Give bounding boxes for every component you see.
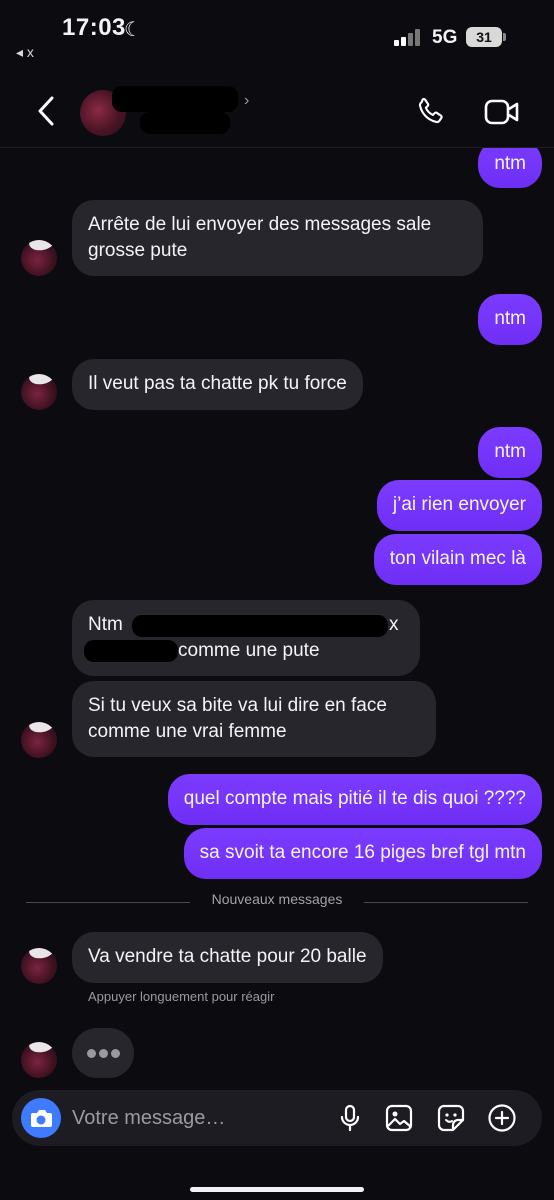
new-messages-label: Nouveaux messages (190, 891, 364, 907)
react-hint: Appuyer longuement pour réagir (88, 989, 275, 1004)
phone-icon[interactable] (414, 96, 446, 128)
chevron-right-icon[interactable]: › (244, 92, 249, 110)
gallery-icon[interactable] (384, 1103, 414, 1133)
sender-avatar[interactable] (21, 374, 57, 410)
message-text: x (389, 614, 399, 635)
message-text: ton vilain mec là (389, 548, 526, 569)
message-text: quel compte mais pitié il te dis quoi ??… (183, 788, 526, 809)
sender-avatar[interactable] (21, 722, 57, 758)
message-outgoing[interactable]: sa svoit ta encore 16 piges bref tgl mtn (183, 828, 542, 879)
message-text: comme une pute (178, 640, 320, 661)
message-incoming[interactable]: Si tu veux sa bite va lui dire en face c… (72, 681, 436, 757)
message-text: sa svoit ta encore 16 piges bref tgl mtn (199, 842, 526, 863)
video-call-icon[interactable] (484, 98, 520, 126)
redacted-contact-name (112, 86, 238, 112)
redacted-text (84, 640, 178, 662)
status-bar: 17:03 ☾ ◂ x 5G 31 (0, 0, 554, 70)
message-incoming[interactable]: Ntm x comme une pute (72, 600, 420, 676)
sender-avatar[interactable] (21, 240, 57, 276)
back-to-app-link[interactable]: ◂ x (16, 44, 34, 61)
sender-avatar[interactable] (21, 948, 57, 984)
message-text: j’ai rien envoyer (392, 494, 526, 515)
message-text: Arrête de lui envoyer des messages sale … (88, 214, 432, 261)
clock: 17:03 (62, 14, 126, 41)
microphone-icon[interactable] (335, 1103, 365, 1133)
camera-button[interactable] (21, 1098, 61, 1138)
message-incoming[interactable]: Arrête de lui envoyer des messages sale … (72, 200, 483, 276)
home-indicator (190, 1187, 364, 1192)
focus-moon-icon: ☾ (124, 19, 142, 41)
message-text: Il veut pas ta chatte pk tu force (88, 373, 347, 394)
message-text: ntm (494, 441, 526, 462)
sender-avatar[interactable] (21, 1042, 57, 1078)
message-composer (12, 1090, 542, 1146)
redacted-contact-username (140, 112, 230, 134)
camera-icon (31, 1110, 52, 1127)
back-icon[interactable] (34, 94, 58, 128)
message-outgoing[interactable]: ntm (478, 427, 542, 478)
message-thread[interactable]: ntm Arrête de lui envoyer des messages s… (0, 148, 554, 1086)
message-text: Va vendre ta chatte pour 20 balle (88, 946, 367, 967)
message-outgoing[interactable]: ton vilain mec là (373, 534, 542, 585)
message-text: Si tu veux sa bite va lui dire en face c… (88, 695, 387, 742)
message-incoming[interactable]: Il veut pas ta chatte pk tu force (72, 359, 363, 410)
redacted-text (132, 615, 388, 637)
add-icon[interactable] (487, 1103, 517, 1133)
chat-header: › (0, 70, 554, 148)
message-outgoing[interactable]: ntm (478, 294, 542, 345)
network-type: 5G (432, 27, 458, 48)
message-text: Ntm (88, 614, 123, 635)
message-outgoing[interactable]: quel compte mais pitié il te dis quoi ??… (167, 774, 542, 825)
message-outgoing[interactable]: ntm (478, 148, 542, 188)
message-outgoing[interactable]: j’ai rien envoyer (376, 480, 542, 531)
signal-strength-icon (394, 28, 424, 46)
sticker-icon[interactable] (436, 1103, 466, 1133)
message-text: ntm (494, 153, 526, 174)
typing-indicator (72, 1028, 134, 1078)
battery-level: 31 (476, 29, 492, 45)
message-text: ntm (494, 308, 526, 329)
message-input[interactable] (72, 1105, 322, 1131)
message-incoming[interactable]: Va vendre ta chatte pour 20 balle (72, 932, 383, 983)
battery-icon: 31 (466, 27, 506, 47)
